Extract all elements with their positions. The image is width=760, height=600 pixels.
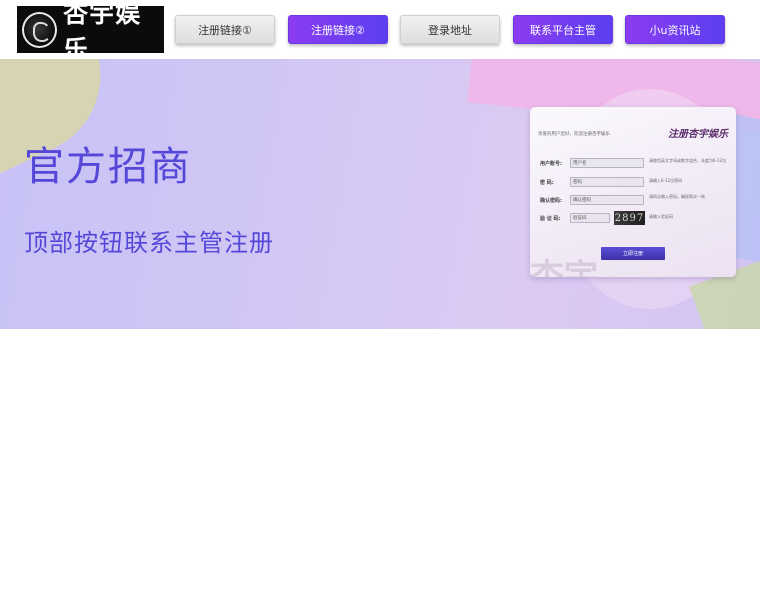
site-logo[interactable]: 杏宇娱乐	[17, 0, 164, 64]
logo-emblem-icon	[22, 11, 58, 48]
nav-button-contact[interactable]: 联系平台主管	[513, 15, 613, 44]
username-field: 用户名	[570, 158, 644, 168]
logo-text: 杏宇娱乐	[63, 0, 142, 64]
field-hint: 请输入验证码	[649, 214, 673, 219]
card-brand: 注册杏宇娱乐	[668, 129, 728, 140]
password-field: 密码	[570, 177, 644, 187]
nav-button-register-1[interactable]: 注册链接①	[175, 15, 275, 44]
field-hint: 请使用英文字母或数字组合，长度为6-12位	[649, 158, 727, 163]
register-card-image: 杏宇 亲爱的用户您好，欢迎注册杏宇娱乐 注册杏宇娱乐 用户账号: 用户名 请使用…	[530, 107, 736, 277]
field-hint: 请输入6-12位密码	[649, 178, 683, 183]
site-header: 杏宇娱乐 注册链接① 注册链接② 登录地址 联系平台主管 小u资讯站	[0, 0, 760, 64]
card-watermark: 杏宇	[530, 257, 598, 277]
field-label: 确认密码:	[540, 198, 562, 204]
hero-title: 官方招商	[24, 144, 192, 190]
submit-button: 立即注册	[601, 247, 665, 260]
field-label: 用户账号:	[540, 161, 562, 167]
captcha-field: 验证码	[570, 213, 610, 223]
hero-banner: 官方招商 顶部按钮联系主管注册 杏宇 亲爱的用户您好，欢迎注册杏宇娱乐 注册杏宇…	[0, 59, 760, 329]
field-hint: 请再次输入密码，确保两次一致	[649, 194, 705, 199]
hero-subtitle: 顶部按钮联系主管注册	[24, 229, 274, 257]
field-label: 密 码:	[540, 180, 554, 186]
captcha-image: 2897	[614, 211, 645, 225]
nav-button-login[interactable]: 登录地址	[400, 15, 500, 44]
nav-button-register-2[interactable]: 注册链接②	[288, 15, 388, 44]
field-label: 验 证 码:	[540, 216, 561, 222]
card-notice: 亲爱的用户您好，欢迎注册杏宇娱乐	[538, 132, 610, 137]
nav-button-news[interactable]: 小u资讯站	[625, 15, 725, 44]
confirm-password-field: 确认密码	[570, 195, 644, 205]
